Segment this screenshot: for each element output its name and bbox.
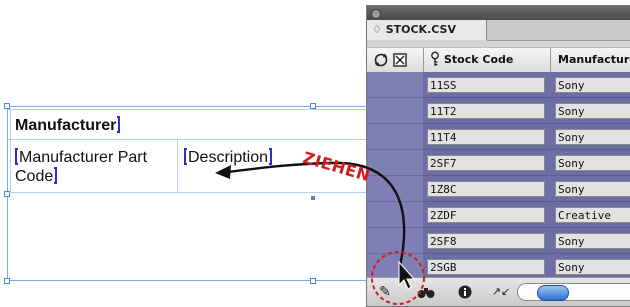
drag-start-circle — [371, 251, 425, 305]
arrowhead-icon — [215, 165, 231, 179]
cursor-arrow-icon — [398, 260, 416, 290]
drag-arrow-path — [227, 161, 406, 267]
